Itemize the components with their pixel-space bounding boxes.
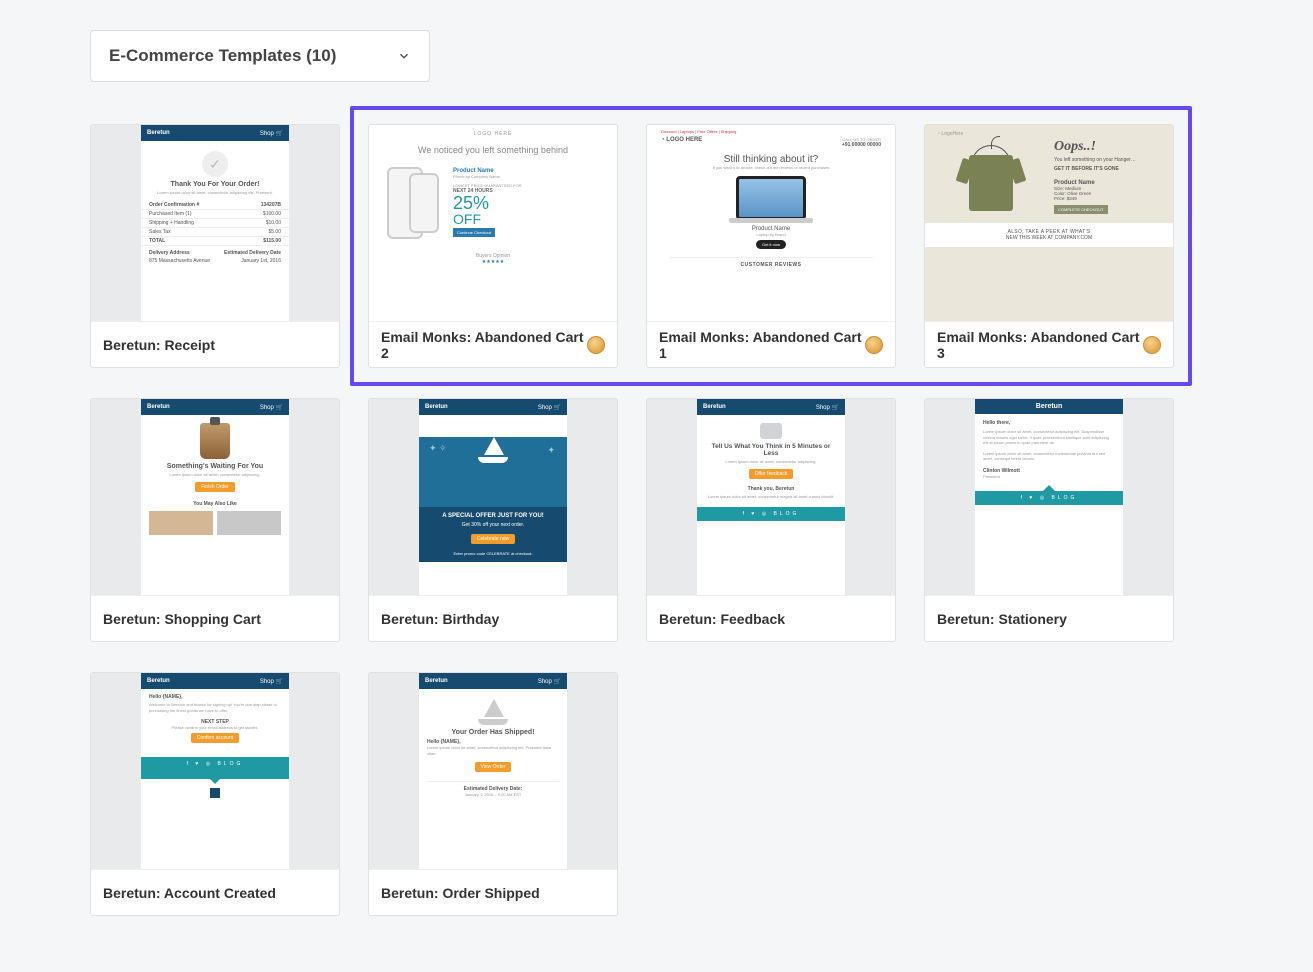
preview: LOGO HERE We noticed you left something … (369, 125, 617, 321)
template-card-abandoned-cart-1[interactable]: Discount | Laptops | Free Offers | Shipp… (646, 124, 896, 368)
category-dropdown[interactable]: E-Commerce Templates (10) (90, 30, 430, 82)
flask-icon (200, 423, 230, 459)
preview: BeretunShop 🛒 Tell Us What You Think in … (647, 399, 895, 595)
template-card-abandoned-cart-2[interactable]: LOGO HERE We noticed you left something … (368, 124, 618, 368)
preview: Beretun Hello there, Lorem ipsum dolor s… (925, 399, 1173, 595)
template-title: Email Monks: Abandoned Cart 2 (381, 329, 587, 361)
template-title: Beretun: Receipt (103, 337, 215, 353)
template-card-account-created[interactable]: BeretunShop 🛒 Hello {NAME}, Welcome to B… (90, 672, 340, 916)
template-card-birthday[interactable]: BeretunShop 🛒 ✦ ✧ ✦ A SPECIAL OFFER JUST… (368, 398, 618, 642)
preview: ◔ LogoHere Oops..! You left something on… (925, 125, 1173, 321)
template-card-receipt[interactable]: BeretunShop 🛒 ✓ Thank You For Your Order… (90, 124, 340, 368)
template-card-order-shipped[interactable]: BeretunShop 🛒 Your Order Has Shipped! He… (368, 672, 618, 916)
template-grid: BeretunShop 🛒 ✓ Thank You For Your Order… (90, 124, 1223, 916)
preview: BeretunShop 🛒 ✓ Thank You For Your Order… (91, 125, 339, 321)
chevron-down-icon (397, 49, 411, 63)
template-title: Beretun: Stationery (937, 611, 1067, 627)
template-card-abandoned-cart-3[interactable]: ◔ LogoHere Oops..! You left something on… (924, 124, 1174, 368)
author-badge-icon (587, 336, 605, 354)
template-title: Email Monks: Abandoned Cart 1 (659, 329, 865, 361)
preview: BeretunShop 🛒 Your Order Has Shipped! He… (369, 673, 617, 869)
highlighted-templates: LOGO HERE We noticed you left something … (350, 106, 1192, 386)
template-card-feedback[interactable]: BeretunShop 🛒 Tell Us What You Think in … (646, 398, 896, 642)
shirt-icon (969, 155, 1013, 211)
speech-bubble-icon (760, 423, 782, 439)
laptop-icon (736, 176, 806, 220)
sailboat-icon (478, 699, 508, 725)
preview: Discount | Laptops | Free Offers | Shipp… (647, 125, 895, 321)
dropdown-label: E-Commerce Templates (10) (109, 46, 336, 66)
preview: BeretunShop 🛒 ✦ ✧ ✦ A SPECIAL OFFER JUST… (369, 399, 617, 595)
template-title: Beretun: Birthday (381, 611, 499, 627)
template-card-stationery[interactable]: Beretun Hello there, Lorem ipsum dolor s… (924, 398, 1174, 642)
sailboat-icon (478, 437, 508, 463)
author-badge-icon (865, 336, 883, 354)
template-title: Beretun: Order Shipped (381, 885, 540, 901)
author-badge-icon (1143, 336, 1161, 354)
preview: BeretunShop 🛒 Hello {NAME}, Welcome to B… (91, 673, 339, 869)
preview: BeretunShop 🛒 Something's Waiting For Yo… (91, 399, 339, 595)
template-title: Email Monks: Abandoned Cart 3 (937, 329, 1143, 361)
template-card-shopping-cart[interactable]: BeretunShop 🛒 Something's Waiting For Yo… (90, 398, 340, 642)
template-title: Beretun: Shopping Cart (103, 611, 261, 627)
template-title: Beretun: Account Created (103, 885, 276, 901)
template-title: Beretun: Feedback (659, 611, 785, 627)
